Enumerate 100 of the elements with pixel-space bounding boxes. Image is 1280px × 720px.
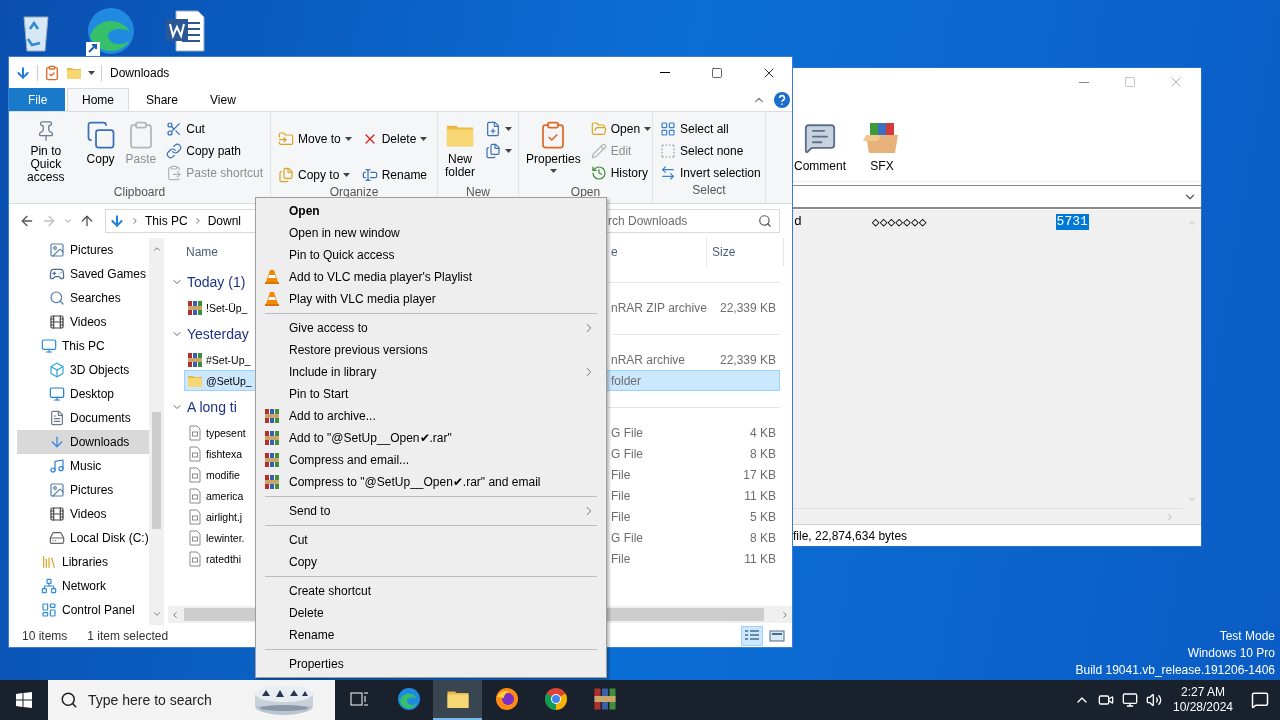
nav-item[interactable]: Pictures: [17, 478, 149, 502]
file-name: modifie: [206, 468, 240, 481]
ribbon-button[interactable]: Copy: [82, 118, 119, 186]
help-icon[interactable]: [774, 91, 790, 108]
nav-item[interactable]: Videos: [17, 310, 149, 334]
scrollbar-thumb[interactable]: [152, 412, 161, 529]
ribbon-button[interactable]: History: [587, 162, 655, 184]
nav-item[interactable]: This PC: [17, 334, 149, 358]
menu-item[interactable]: Play with VLC media player: [256, 288, 606, 310]
chevron-right-icon[interactable]: [780, 609, 790, 620]
toolbar-button[interactable]: SFX: [849, 121, 915, 173]
document-icon: [187, 424, 203, 441]
clipboard-check-icon[interactable]: [44, 64, 60, 81]
nav-item[interactable]: Desktop: [17, 382, 149, 406]
swirl-icon[interactable]: [86, 6, 136, 56]
ribbon-button[interactable]: Copy path: [163, 140, 266, 162]
column-header[interactable]: Size: [706, 238, 784, 266]
nav-item[interactable]: Videos: [17, 502, 149, 526]
word-document-icon[interactable]: [164, 9, 206, 53]
task-view-icon: [349, 690, 370, 708]
windows-logo-icon: [16, 692, 32, 708]
nav-item[interactable]: Saved Games: [17, 262, 149, 286]
chevron-left-icon[interactable]: [170, 609, 180, 620]
ribbon-button[interactable]: Invert selection: [657, 162, 764, 184]
menu-item[interactable]: Create shortcut: [256, 580, 606, 602]
ribbon-button[interactable]: Select all: [657, 118, 764, 140]
nav-item[interactable]: Control Panel: [17, 598, 149, 622]
books-icon: [264, 430, 280, 446]
traffic-cone-icon: [264, 269, 280, 285]
nav-item[interactable]: Music: [17, 454, 149, 478]
ribbon-button[interactable]: Copy to: [275, 164, 355, 186]
chrome-ring-icon: [543, 687, 568, 711]
ribbon-button[interactable]: Open: [587, 118, 655, 140]
nav-item[interactable]: Pictures: [17, 238, 149, 262]
ribbon-tab[interactable]: Share: [131, 88, 194, 111]
books-icon: [264, 452, 280, 468]
menu-item[interactable]: Add to VLC media player's Playlist: [256, 266, 606, 288]
column-header[interactable]: e: [608, 238, 706, 266]
ribbon-button[interactable]: Select none: [657, 140, 764, 162]
menu-item[interactable]: Give access to: [256, 317, 606, 339]
ribbon-button[interactable]: New folder: [442, 118, 478, 186]
menu-item[interactable]: Send to: [256, 500, 606, 522]
up-button[interactable]: [79, 213, 95, 229]
menu-item[interactable]: Delete: [256, 602, 606, 624]
breadcrumb[interactable]: Downl: [207, 214, 242, 228]
ribbon-tab[interactable]: Home: [67, 88, 129, 111]
breadcrumb[interactable]: This PC: [145, 214, 188, 228]
nav-item[interactable]: Documents: [17, 406, 149, 430]
file-type: File: [611, 467, 632, 482]
chevron-down-icon[interactable]: [151, 609, 162, 619]
clock[interactable]: 2:27 AM 10/28/2024: [1166, 680, 1240, 720]
file-type: G File: [611, 425, 644, 440]
menu-item[interactable]: Rename: [256, 624, 606, 646]
ribbon-button[interactable]: Delete: [358, 128, 431, 150]
menu-item[interactable]: Add to "@SetUp__Open✔.rar": [256, 427, 606, 449]
caret-icon: [88, 70, 95, 75]
document-icon: [187, 508, 203, 525]
menu-item[interactable]: Copy: [256, 551, 606, 573]
nav-item[interactable]: Local Disk (C:): [17, 526, 149, 550]
menu-item[interactable]: Add to archive...: [256, 405, 606, 427]
chevron-up-icon[interactable]: [151, 244, 162, 254]
menu-item[interactable]: Cut: [256, 529, 606, 551]
ribbon-tab[interactable]: View: [195, 88, 251, 111]
file-name: ratedthi: [206, 552, 242, 565]
file-name: !Set-Üp_: [206, 301, 248, 314]
menu-item[interactable]: Compress and email...: [256, 449, 606, 471]
ribbon-button[interactable]: Cut: [163, 118, 266, 140]
file-type: File: [611, 551, 632, 566]
menu-item[interactable]: Compress to "@SetUp__Open✔.rar" and email: [256, 471, 606, 493]
grid-icon: [660, 121, 676, 137]
file-name: airlight.j: [206, 510, 243, 523]
menu-item[interactable]: Restore previous versions: [256, 339, 606, 361]
search-box[interactable]: Type here to search: [48, 680, 335, 720]
back-button[interactable]: [19, 213, 35, 229]
ribbon-button[interactable]: Rename: [358, 164, 431, 186]
scrollbar[interactable]: [149, 238, 164, 625]
ribbon-button[interactable]: Pin to Quick access: [13, 118, 79, 186]
group-header: Today (1): [187, 274, 246, 290]
menu-item[interactable]: Include in library: [256, 361, 606, 383]
menu-item[interactable]: Pin to Start: [256, 383, 606, 405]
nav-item[interactable]: Searches: [17, 286, 149, 310]
film-icon: [49, 314, 65, 330]
view-button[interactable]: [741, 626, 763, 646]
toolbar-button[interactable]: Comment: [793, 121, 847, 173]
ribbon-button[interactable]: Move to: [275, 128, 355, 150]
ribbon-button[interactable]: Properties: [523, 118, 584, 186]
minimize-icon: [660, 72, 670, 73]
image-icon: [49, 242, 65, 258]
nav-item[interactable]: Libraries: [17, 550, 149, 574]
file-menu-tab[interactable]: File: [9, 88, 65, 111]
menu-item[interactable]: Properties: [256, 653, 606, 675]
drive-icon: [49, 530, 65, 546]
document-icon: [187, 445, 203, 462]
taskbar-app-button[interactable]: [433, 680, 482, 720]
nav-item[interactable]: Network: [17, 574, 149, 598]
nav-item[interactable]: 3D Objects: [17, 358, 149, 382]
search-field[interactable]: Type here to search: [88, 692, 238, 708]
file-name: @SetUp_: [206, 374, 252, 387]
nav-item[interactable]: Downloads: [17, 430, 149, 454]
menu-item[interactable]: Pin to Quick access: [256, 244, 606, 266]
